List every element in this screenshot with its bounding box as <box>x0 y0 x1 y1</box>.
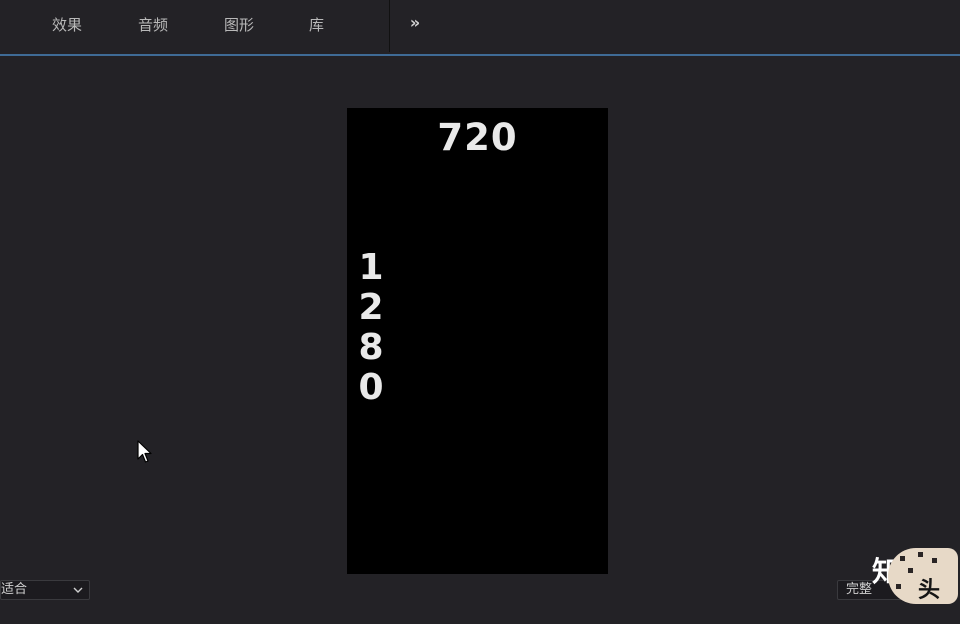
tab-divider <box>389 0 390 52</box>
zoom-level-value: 适合 <box>1 582 28 597</box>
canvas-height-label: 1280 <box>358 247 384 408</box>
app-window: 效果 音频 图形 库 » 720 1280 适合 完整 知 头条 <box>0 0 960 624</box>
mouse-pointer-icon <box>137 440 152 463</box>
watermark-logo: 知 头条 <box>872 546 960 606</box>
more-tabs-button[interactable]: » <box>400 10 430 36</box>
playback-resolution-value: 完整 <box>846 582 873 597</box>
program-monitor-canvas[interactable]: 720 1280 <box>347 108 608 574</box>
panel-tab-bar: 效果 音频 图形 库 » <box>0 0 960 54</box>
watermark-text-bottom: 头条 <box>918 578 941 603</box>
tab-library[interactable]: 库 <box>309 14 324 35</box>
double-chevron-right-icon: » <box>409 13 421 32</box>
tab-graphics[interactable]: 图形 <box>224 14 254 35</box>
tab-effects[interactable]: 效果 <box>52 14 82 35</box>
panel-focus-line <box>0 54 960 56</box>
chevron-down-icon <box>73 587 83 593</box>
canvas-width-label: 720 <box>437 116 518 159</box>
tab-audio[interactable]: 音频 <box>138 14 168 35</box>
zoom-level-dropdown[interactable]: 适合 <box>0 580 90 600</box>
